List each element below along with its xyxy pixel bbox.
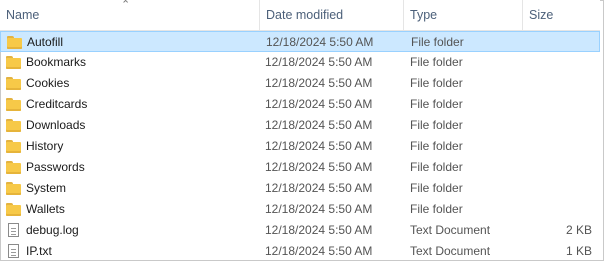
folder-icon <box>6 76 21 90</box>
document-icon <box>8 244 19 258</box>
file-row[interactable]: IP.txt 12/18/2024 5:50 AM Text Document 1 K… <box>0 241 600 262</box>
column-header-date[interactable]: Date modified <box>260 0 403 30</box>
file-type: File folder <box>410 76 463 90</box>
file-name: Autofill <box>27 35 64 49</box>
file-size <box>525 73 592 94</box>
file-name: Wallets <box>26 202 65 216</box>
file-row[interactable]: Creditcards 12/18/2024 5:50 AM File folder <box>0 94 600 115</box>
file-date-modified: 12/18/2024 5:50 AM <box>265 223 373 237</box>
file-row[interactable]: System 12/18/2024 5:50 AM File folder <box>0 178 600 199</box>
file-type: File folder <box>410 118 463 132</box>
file-row[interactable]: History 12/18/2024 5:50 AM File folder <box>0 136 600 157</box>
file-date-modified: 12/18/2024 5:50 AM <box>265 160 373 174</box>
file-size <box>525 136 592 157</box>
file-name: Creditcards <box>26 97 88 111</box>
file-date-modified: 12/18/2024 5:50 AM <box>265 202 373 216</box>
file-size <box>525 115 592 136</box>
file-type: File folder <box>410 97 463 111</box>
folder-icon <box>6 181 21 195</box>
file-date-modified: 12/18/2024 5:50 AM <box>265 55 373 69</box>
folder-icon <box>6 97 21 111</box>
file-type: File folder <box>410 181 463 195</box>
file-name: IP.txt <box>26 244 52 258</box>
file-name: Bookmarks <box>26 55 87 69</box>
file-date-modified: 12/18/2024 5:50 AM <box>265 118 373 132</box>
file-size: 2 KB <box>565 223 592 237</box>
file-type: File folder <box>410 139 463 153</box>
file-size <box>526 32 593 53</box>
file-date-modified: 12/18/2024 5:50 AM <box>265 97 373 111</box>
column-header-date-label: Date modified <box>266 8 344 22</box>
file-row[interactable]: Wallets 12/18/2024 5:50 AM File folder <box>0 199 600 220</box>
file-name: debug.log <box>26 223 79 237</box>
file-date-modified: 12/18/2024 5:50 AM <box>265 181 373 195</box>
column-header-type-label: Type <box>410 8 438 22</box>
column-header-size[interactable]: Size <box>523 0 600 30</box>
folder-icon <box>7 35 22 49</box>
file-size <box>525 94 592 115</box>
file-name: History <box>26 139 64 153</box>
folder-icon <box>6 139 21 153</box>
column-header-size-label: Size <box>529 8 554 22</box>
file-type: Text Document <box>410 244 491 258</box>
file-type: File folder <box>411 35 464 49</box>
folder-icon <box>6 55 21 69</box>
file-name: Passwords <box>26 160 85 174</box>
column-header-bar: Name ⌃ Date modified Type Size <box>0 0 600 31</box>
file-type: Text Document <box>410 223 491 237</box>
folder-icon <box>6 202 21 216</box>
file-name: Downloads <box>26 118 86 132</box>
file-type: File folder <box>410 160 463 174</box>
file-date-modified: 12/18/2024 5:50 AM <box>265 139 373 153</box>
file-date-modified: 12/18/2024 5:50 AM <box>265 76 373 90</box>
file-name: Cookies <box>26 76 70 90</box>
file-row[interactable]: Autofill 12/18/2024 5:50 AM File folder <box>0 31 600 52</box>
file-row[interactable]: Bookmarks 12/18/2024 5:50 AM File folder <box>0 52 600 73</box>
file-row[interactable]: Downloads 12/18/2024 5:50 AM File folder <box>0 115 600 136</box>
file-size <box>525 157 592 178</box>
file-date-modified: 12/18/2024 5:50 AM <box>266 35 374 49</box>
file-type: File folder <box>410 202 463 216</box>
folder-icon <box>6 118 21 132</box>
chevron-up-icon: ⌃ <box>121 0 131 11</box>
document-icon <box>8 223 19 237</box>
file-size <box>525 199 592 220</box>
column-header-name-label: Name <box>6 8 40 22</box>
file-row[interactable]: debug.log 12/18/2024 5:50 AM Text Document… <box>0 220 600 241</box>
file-type: File folder <box>410 55 463 69</box>
file-row[interactable]: Passwords 12/18/2024 5:50 AM File folder <box>0 157 600 178</box>
column-header-type[interactable]: Type <box>404 0 522 30</box>
file-name: System <box>26 181 67 195</box>
file-size: 1 KB <box>565 244 592 258</box>
folder-icon <box>6 160 21 174</box>
file-size <box>525 52 592 73</box>
file-size <box>525 178 592 199</box>
file-date-modified: 12/18/2024 5:50 AM <box>265 244 373 258</box>
file-row[interactable]: Cookies 12/18/2024 5:50 AM File folder <box>0 73 600 94</box>
